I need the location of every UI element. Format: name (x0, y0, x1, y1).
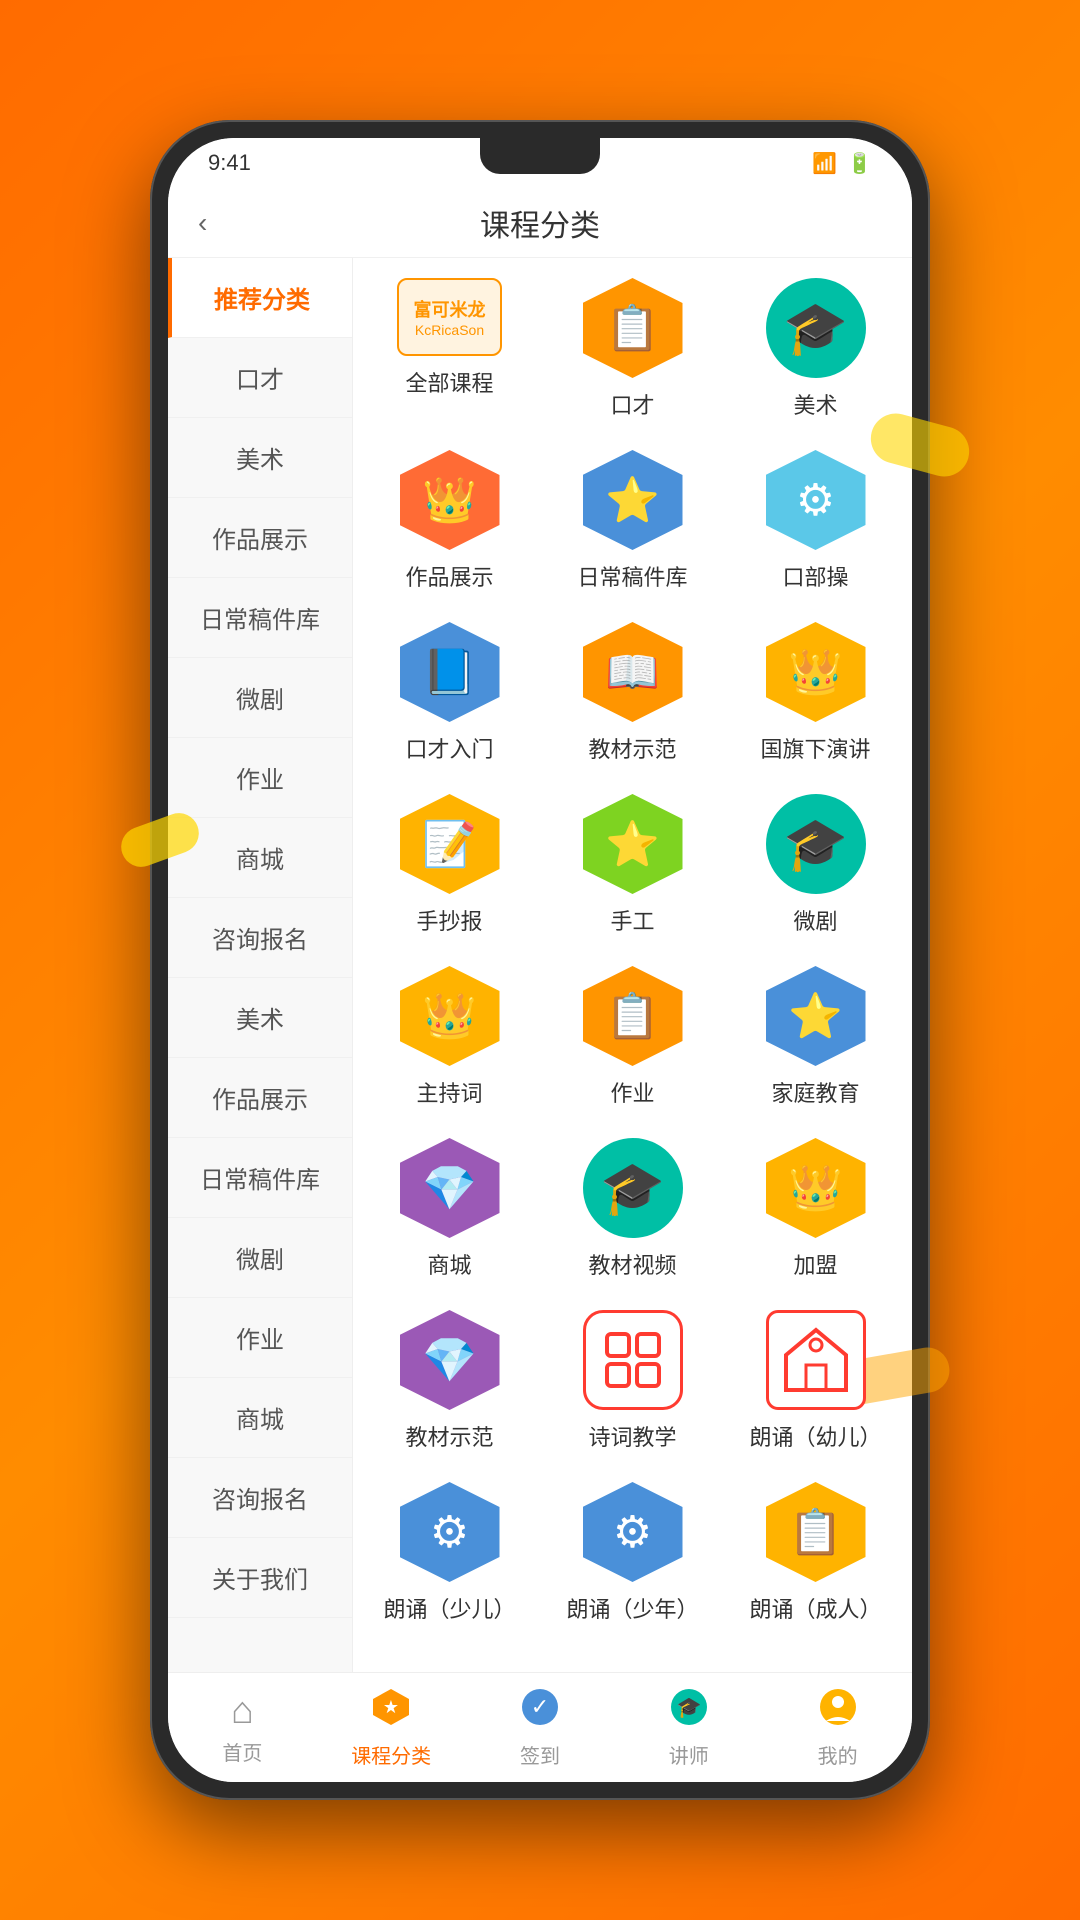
koucai-entry-icon: 📘 (400, 622, 500, 722)
home-icon: ⌂ (231, 1690, 254, 1733)
content-area: 推荐分类 口才 美术 作品展示 日常稿件库 微剧 作业 (168, 258, 912, 1672)
grid-container: 富可米龙 KcRicaSon 全部课程 📋 口才 🎓 美术 (363, 278, 902, 1624)
list-item[interactable]: ⭐ 手工 (546, 794, 719, 936)
bottom-navigation: ⌂ 首页 ★ 课程分类 ✓ 签到 (168, 1672, 912, 1782)
list-item[interactable]: 💎 教材示范 (363, 1310, 536, 1452)
nav-item-teacher[interactable]: 🎓 讲师 (614, 1687, 763, 1769)
category-grid: 富可米龙 KcRicaSon 全部课程 📋 口才 🎓 美术 (353, 258, 912, 1672)
list-item[interactable]: 👑 主持词 (363, 966, 536, 1108)
join-icon: 👑 (766, 1138, 866, 1238)
recitation-adult-icon: 📋 (766, 1482, 866, 1582)
sidebar-item-wuju2[interactable]: 微剧 (168, 1218, 352, 1298)
back-button[interactable]: ‹ (198, 207, 207, 239)
list-item[interactable]: 🎓 教材视频 (546, 1138, 719, 1280)
list-item[interactable]: ⚙ 口部操 (729, 450, 902, 592)
meishu-icon: 🎓 (766, 278, 866, 378)
teacher-icon: 🎓 (669, 1687, 709, 1736)
page-title: 课程分类 (480, 201, 600, 245)
list-item[interactable]: 🎓 微剧 (729, 794, 902, 936)
handwriting-icon: 📝 (400, 794, 500, 894)
sidebar-item-koucai1[interactable]: 口才 (168, 338, 352, 418)
flag-speech-icon: 👑 (766, 622, 866, 722)
sidebar: 推荐分类 口才 美术 作品展示 日常稿件库 微剧 作业 (168, 258, 353, 1672)
sidebar-item-consult1[interactable]: 咨询报名 (168, 898, 352, 978)
list-item[interactable]: ⭐ 家庭教育 (729, 966, 902, 1108)
list-item[interactable]: 🎓 美术 (729, 278, 902, 420)
poetry-icon (583, 1310, 683, 1410)
list-item[interactable]: 📋 朗诵（成人） (729, 1482, 902, 1624)
svg-text:★: ★ (383, 1697, 399, 1717)
sidebar-item-wuju1[interactable]: 微剧 (168, 658, 352, 738)
list-item[interactable]: ⭐ 日常稿件库 (546, 450, 719, 592)
sidebar-item-meishu1[interactable]: 美术 (168, 418, 352, 498)
nav-item-courses[interactable]: ★ 课程分类 (317, 1687, 466, 1769)
list-item[interactable]: 📖 教材示范 (546, 622, 719, 764)
shop-icon: 💎 (400, 1138, 500, 1238)
list-item[interactable]: 📝 手抄报 (363, 794, 536, 936)
recitation-child-icon (766, 1310, 866, 1410)
all-courses-icon: 富可米龙 KcRicaSon (397, 278, 502, 356)
works-icon: 👑 (400, 450, 500, 550)
sidebar-item-shop2[interactable]: 商城 (168, 1378, 352, 1458)
sidebar-item-about[interactable]: 关于我们 (168, 1538, 352, 1618)
nav-item-mine[interactable]: 我的 (763, 1687, 912, 1769)
daily-icon: ⭐ (583, 450, 683, 550)
list-item[interactable]: 富可米龙 KcRicaSon 全部课程 (363, 278, 536, 420)
recitation-young-icon: ⚙ (400, 1482, 500, 1582)
list-item[interactable]: ⚙ 朗诵（少儿） (363, 1482, 536, 1624)
list-item[interactable]: 💎 商城 (363, 1138, 536, 1280)
sidebar-item-works1[interactable]: 作品展示 (168, 498, 352, 578)
koucai-icon: 📋 (583, 278, 683, 378)
sidebar-item-zuoye1[interactable]: 作业 (168, 738, 352, 818)
host-icon: 👑 (400, 966, 500, 1066)
list-item[interactable]: 📋 作业 (546, 966, 719, 1108)
sidebar-item-consult2[interactable]: 咨询报名 (168, 1458, 352, 1538)
nav-item-home[interactable]: ⌂ 首页 (168, 1690, 317, 1766)
koubu-icon: ⚙ (766, 450, 866, 550)
textbook-video-icon: 🎓 (583, 1138, 683, 1238)
sidebar-item-meishu2[interactable]: 美术 (168, 978, 352, 1058)
nav-item-checkin[interactable]: ✓ 签到 (466, 1687, 615, 1769)
handwork-icon: ⭐ (583, 794, 683, 894)
header: ‹ 课程分类 (168, 188, 912, 258)
textbook-demo-icon: 📖 (583, 622, 683, 722)
list-item[interactable]: 📋 口才 (546, 278, 719, 420)
sidebar-item-daily1[interactable]: 日常稿件库 (168, 578, 352, 658)
checkin-icon: ✓ (520, 1687, 560, 1736)
list-item[interactable]: 👑 加盟 (729, 1138, 902, 1280)
homework-icon: 📋 (583, 966, 683, 1066)
mine-icon (818, 1687, 858, 1736)
svg-text:🎓: 🎓 (676, 1697, 701, 1719)
recitation-teen-icon: ⚙ (583, 1482, 683, 1582)
courses-icon: ★ (371, 1687, 411, 1736)
list-item[interactable]: ⚙ 朗诵（少年） (546, 1482, 719, 1624)
family-edu-icon: ⭐ (766, 966, 866, 1066)
sidebar-item-works2[interactable]: 作品展示 (168, 1058, 352, 1138)
sidebar-item-recommended[interactable]: 推荐分类 (168, 258, 352, 338)
list-item[interactable]: 诗词教学 (546, 1310, 719, 1452)
wuju-icon: 🎓 (766, 794, 866, 894)
list-item[interactable]: 📘 口才入门 (363, 622, 536, 764)
sidebar-item-zuoye2[interactable]: 作业 (168, 1298, 352, 1378)
list-item[interactable]: 👑 作品展示 (363, 450, 536, 592)
svg-text:✓: ✓ (531, 1694, 549, 1719)
list-item[interactable]: 👑 国旗下演讲 (729, 622, 902, 764)
textbook-demo2-icon: 💎 (400, 1310, 500, 1410)
sidebar-item-daily2[interactable]: 日常稿件库 (168, 1138, 352, 1218)
